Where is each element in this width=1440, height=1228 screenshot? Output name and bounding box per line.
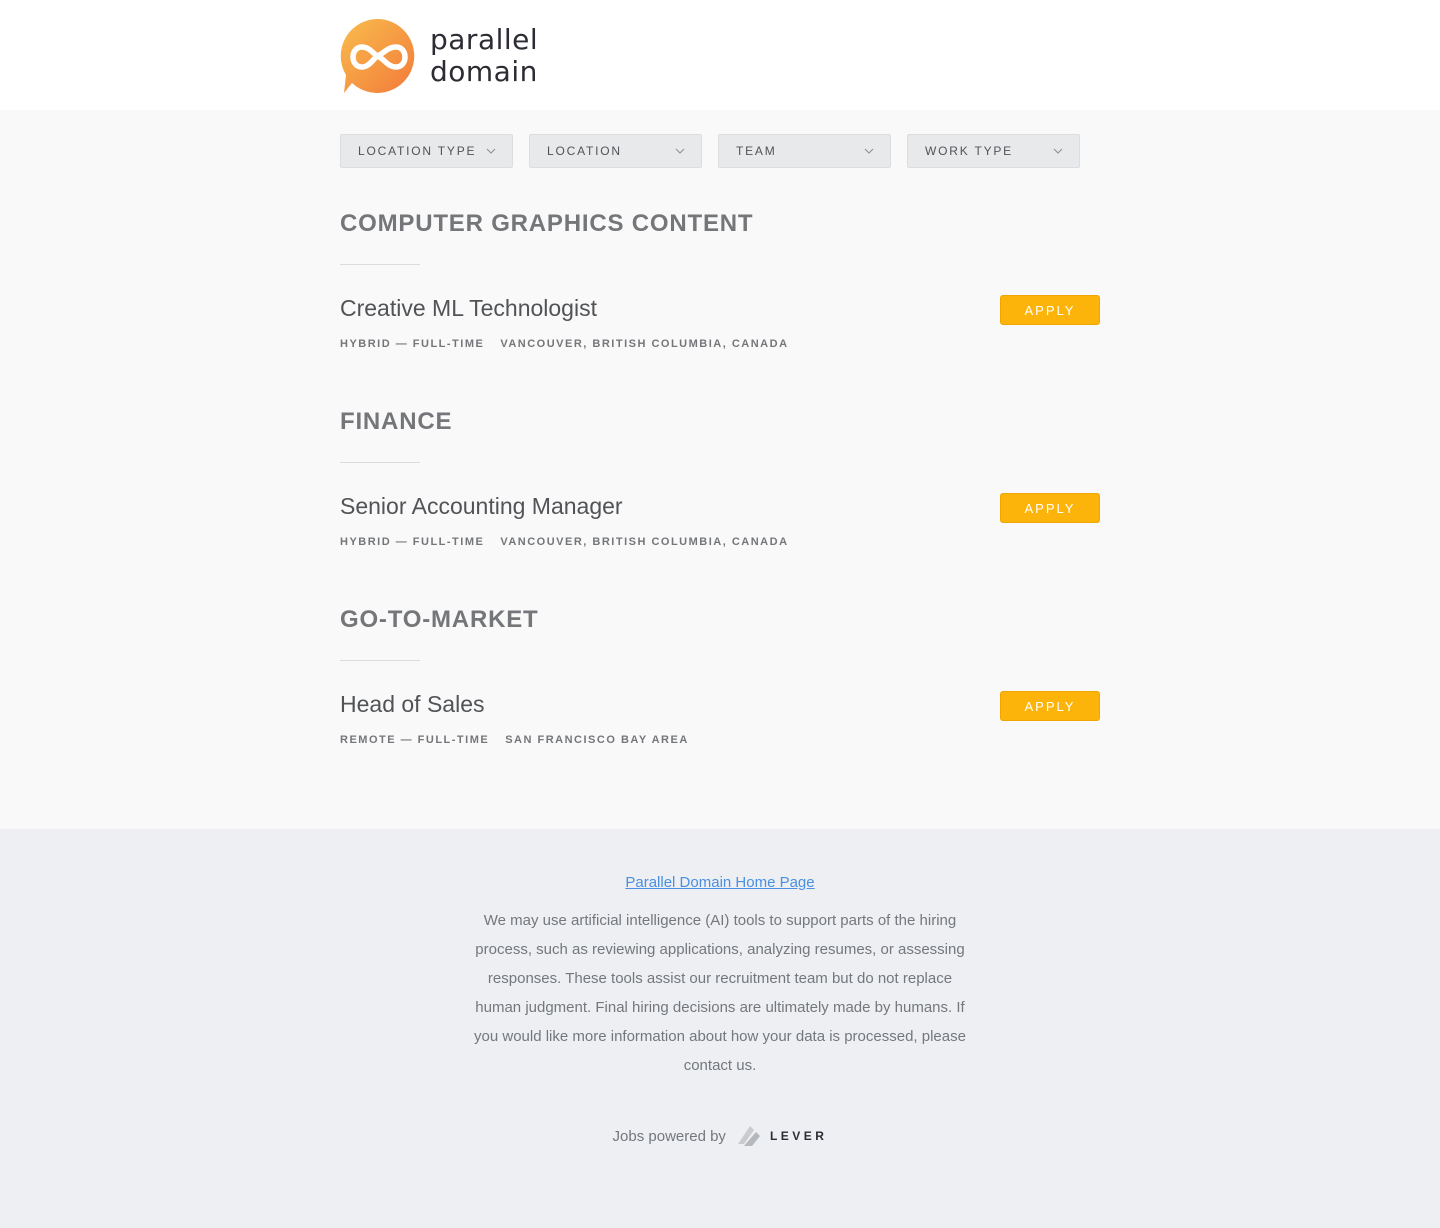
job-posting: Creative ML Technologist HYBRID — FULL-T… xyxy=(340,295,1100,350)
job-posting: Senior Accounting Manager HYBRID — FULL-… xyxy=(340,493,1100,548)
filter-location-type[interactable]: LOCATION TYPE xyxy=(340,134,513,168)
filter-location[interactable]: LOCATION xyxy=(529,134,702,168)
group-divider xyxy=(340,264,420,265)
posting-meta: REMOTE — FULL-TIME SAN FRANCISCO BAY ARE… xyxy=(340,734,1100,746)
posting-worktype: REMOTE — FULL-TIME xyxy=(340,734,490,746)
job-posting: Head of Sales REMOTE — FULL-TIME SAN FRA… xyxy=(340,691,1100,746)
home-page-link[interactable]: Parallel Domain Home Page xyxy=(625,874,814,891)
apply-button[interactable]: APPLY xyxy=(1000,691,1100,721)
posting-title-link[interactable]: Creative ML Technologist xyxy=(340,295,1100,322)
site-header: parallel domain xyxy=(0,0,1440,110)
chevron-down-icon xyxy=(675,148,685,154)
posting-group-computer-graphics: COMPUTER GRAPHICS CONTENT Creative ML Te… xyxy=(340,210,1100,350)
posting-worktype: HYBRID — FULL-TIME xyxy=(340,536,485,548)
filter-label: LOCATION TYPE xyxy=(358,144,477,158)
apply-button[interactable]: APPLY xyxy=(1000,493,1100,523)
powered-by-lever[interactable]: Jobs powered by LEVER xyxy=(0,1124,1440,1148)
group-divider xyxy=(340,462,420,463)
ai-notice: We may use artificial intelligence (AI) … xyxy=(474,912,966,1074)
group-title: COMPUTER GRAPHICS CONTENT xyxy=(340,210,754,237)
site-footer: Parallel Domain Home Page We may use art… xyxy=(0,829,1440,1228)
job-listings: LOCATION TYPE LOCATION TEAM WORK TYPE CO… xyxy=(0,110,1440,829)
filter-work-type[interactable]: WORK TYPE xyxy=(907,134,1080,168)
infinity-logo-icon xyxy=(340,18,415,93)
posting-meta: HYBRID — FULL-TIME VANCOUVER, BRITISH CO… xyxy=(340,338,1100,350)
posting-location: VANCOUVER, BRITISH COLUMBIA, CANADA xyxy=(500,536,789,548)
lever-wordmark: LEVER xyxy=(769,1129,828,1143)
chevron-down-icon xyxy=(1053,148,1063,154)
posting-location: SAN FRANCISCO BAY AREA xyxy=(505,734,689,746)
lever-logo-icon xyxy=(737,1126,760,1146)
posting-title-link[interactable]: Head of Sales xyxy=(340,691,1100,718)
filter-team[interactable]: TEAM xyxy=(718,134,891,168)
parallel-domain-logo[interactable]: parallel domain xyxy=(340,17,538,95)
group-title: FINANCE xyxy=(340,408,453,435)
posting-title-link[interactable]: Senior Accounting Manager xyxy=(340,493,1100,520)
posting-location: VANCOUVER, BRITISH COLUMBIA, CANADA xyxy=(500,338,789,350)
group-divider xyxy=(340,660,420,661)
group-title: GO-TO-MARKET xyxy=(340,606,539,633)
powered-by-label: Jobs powered by xyxy=(612,1127,726,1145)
posting-group-finance: FINANCE Senior Accounting Manager HYBRID… xyxy=(340,408,1100,548)
filter-label: TEAM xyxy=(736,144,777,158)
apply-button[interactable]: APPLY xyxy=(1000,295,1100,325)
filter-label: WORK TYPE xyxy=(925,144,1013,158)
posting-worktype: HYBRID — FULL-TIME xyxy=(340,338,485,350)
posting-group-go-to-market: GO-TO-MARKET Head of Sales REMOTE — FULL… xyxy=(340,606,1100,746)
posting-meta: HYBRID — FULL-TIME VANCOUVER, BRITISH CO… xyxy=(340,536,1100,548)
logo-wordmark: parallel domain xyxy=(430,24,538,88)
logo-word-domain: domain xyxy=(430,55,538,88)
logo-word-parallel: parallel xyxy=(430,23,539,56)
filter-label: LOCATION xyxy=(547,144,622,158)
filter-bar: LOCATION TYPE LOCATION TEAM WORK TYPE xyxy=(340,134,1080,168)
chevron-down-icon xyxy=(864,148,874,154)
chevron-down-icon xyxy=(486,148,496,154)
